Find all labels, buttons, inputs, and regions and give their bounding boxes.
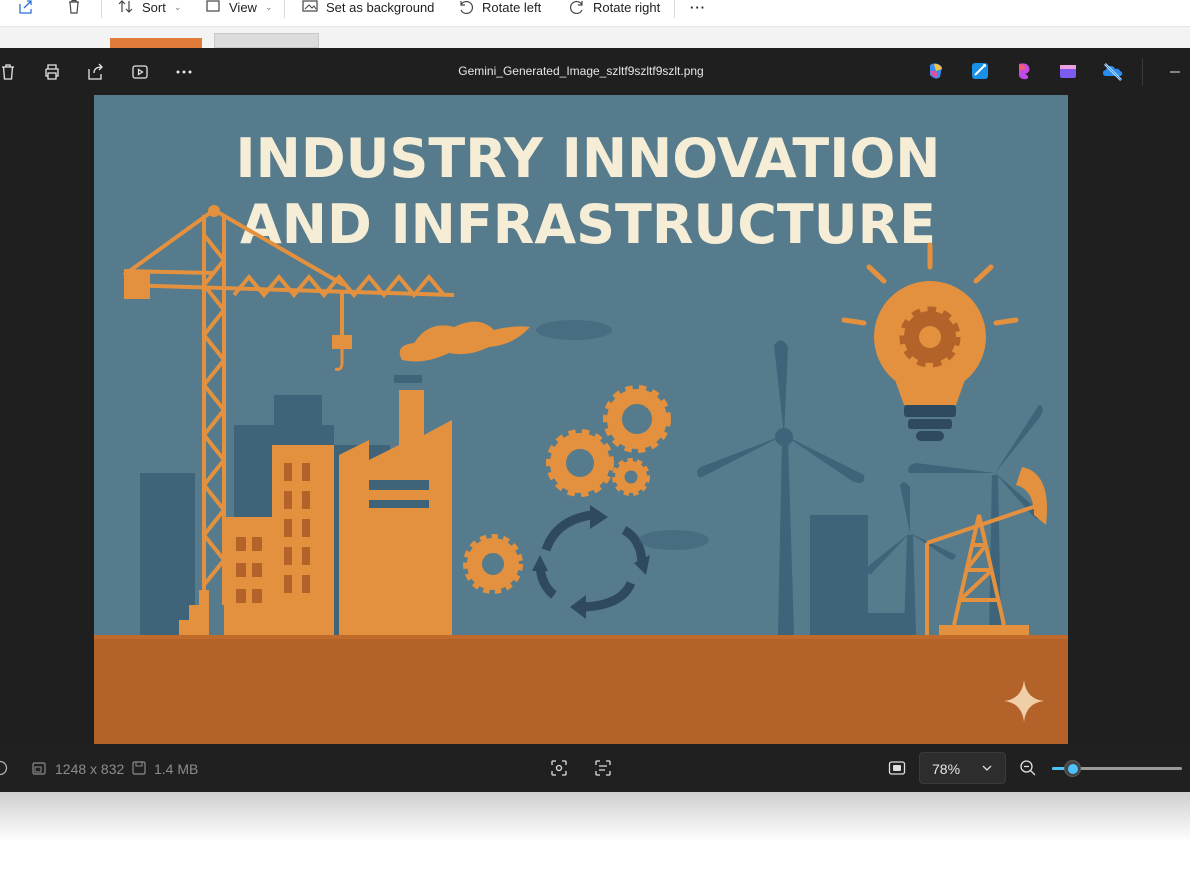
designer-icon[interactable]: [1058, 61, 1078, 81]
trash-icon: [2, 64, 14, 80]
zoom-slider[interactable]: [1052, 760, 1182, 777]
rotate-left-label: Rotate left: [482, 0, 542, 15]
view-label: View: [229, 0, 257, 15]
onedrive-icon[interactable]: [1102, 61, 1123, 81]
sort-icon: [118, 0, 133, 13]
chevron-down-icon: [982, 765, 992, 771]
ground: [94, 635, 1068, 744]
set-background-button[interactable]: Set as background: [302, 0, 435, 15]
view-button[interactable]: View ⌄: [205, 0, 273, 15]
image-title-line-2: AND INFRASTRUCTURE: [240, 193, 936, 256]
sort-label: Sort: [142, 0, 166, 15]
desktop-background: [0, 792, 1190, 875]
photo-viewer-window: Gemini_Generated_Image_szltf9szltf9szlt.…: [0, 48, 1190, 792]
trash-icon: [69, 0, 79, 14]
rotate-right-icon: [569, 0, 583, 14]
share-icon: [19, 0, 32, 14]
file-name: Gemini_Generated_Image_szltf9szltf9szlt.…: [458, 64, 704, 78]
clipchamp-icon[interactable]: [1014, 61, 1034, 81]
minimize-icon: [1170, 71, 1180, 73]
share-icon: [88, 63, 103, 80]
viewer-titlebar: Gemini_Generated_Image_szltf9szltf9szlt.…: [0, 48, 1190, 95]
file-thumbnail[interactable]: [110, 38, 202, 48]
print-icon: [45, 64, 59, 80]
file-size-icon: [131, 760, 147, 776]
fit-window-icon: [888, 761, 906, 775]
more-options-button[interactable]: [172, 60, 196, 84]
image-dimensions-icon: [31, 760, 47, 776]
image-illustration: INDUSTRY INNOVATION AND INFRASTRUCTURE: [94, 95, 1068, 744]
more-button[interactable]: ···: [690, 0, 706, 15]
text-scan-icon: [595, 760, 611, 776]
fit-to-window-button[interactable]: [885, 756, 909, 780]
zoom-level: 78%: [932, 761, 961, 777]
viewer-statusbar: 1248 x 832 1.4 MB 78%: [0, 744, 1190, 792]
delete-button[interactable]: [0, 60, 20, 84]
info-icon[interactable]: [0, 760, 8, 776]
print-button[interactable]: [40, 60, 64, 84]
text-scan-button[interactable]: [591, 756, 615, 780]
share-button[interactable]: [18, 0, 34, 14]
displayed-image[interactable]: INDUSTRY INNOVATION AND INFRASTRUCTURE: [94, 95, 1068, 744]
set-background-label: Set as background: [326, 0, 435, 15]
minimize-button[interactable]: [1163, 60, 1187, 84]
sort-button[interactable]: Sort ⌄: [118, 0, 182, 15]
copilot-icon[interactable]: [926, 61, 946, 81]
file-size: 1.4 MB: [154, 761, 199, 777]
image-dimensions: 1248 x 832: [55, 761, 125, 777]
rotate-right-button[interactable]: Rotate right: [569, 0, 661, 15]
image-title-line-1: INDUSTRY INNOVATION: [236, 127, 941, 190]
chevron-down-icon: ⌄: [264, 1, 273, 12]
view-icon: [206, 0, 220, 12]
explorer-toolbar: Sort ⌄ View ⌄ Set as background Rotate l…: [0, 0, 1190, 27]
visual-search-icon: [551, 760, 567, 776]
delete-button[interactable]: [66, 0, 82, 14]
background-icon: [302, 0, 318, 12]
chevron-down-icon: ⌄: [173, 1, 182, 12]
rotate-left-icon: [460, 0, 474, 14]
zoom-out-icon: [1020, 760, 1036, 776]
zoom-dropdown[interactable]: 78%: [919, 752, 1006, 784]
more-icon: [176, 70, 192, 74]
more-icon: ···: [690, 0, 706, 15]
rotate-left-button[interactable]: Rotate left: [458, 0, 542, 15]
visual-search-button[interactable]: [547, 756, 571, 780]
zoom-out-button[interactable]: [1016, 756, 1040, 780]
screen: Sort ⌄ View ⌄ Set as background Rotate l…: [0, 0, 1190, 875]
share-button[interactable]: [84, 60, 108, 84]
zoom-slider-thumb[interactable]: [1064, 760, 1081, 777]
rotate-right-label: Rotate right: [593, 0, 661, 15]
photo-editor-icon[interactable]: [970, 61, 990, 81]
slideshow-button[interactable]: [128, 60, 152, 84]
file-thumbnail[interactable]: [214, 33, 319, 48]
slideshow-icon: [132, 65, 148, 79]
